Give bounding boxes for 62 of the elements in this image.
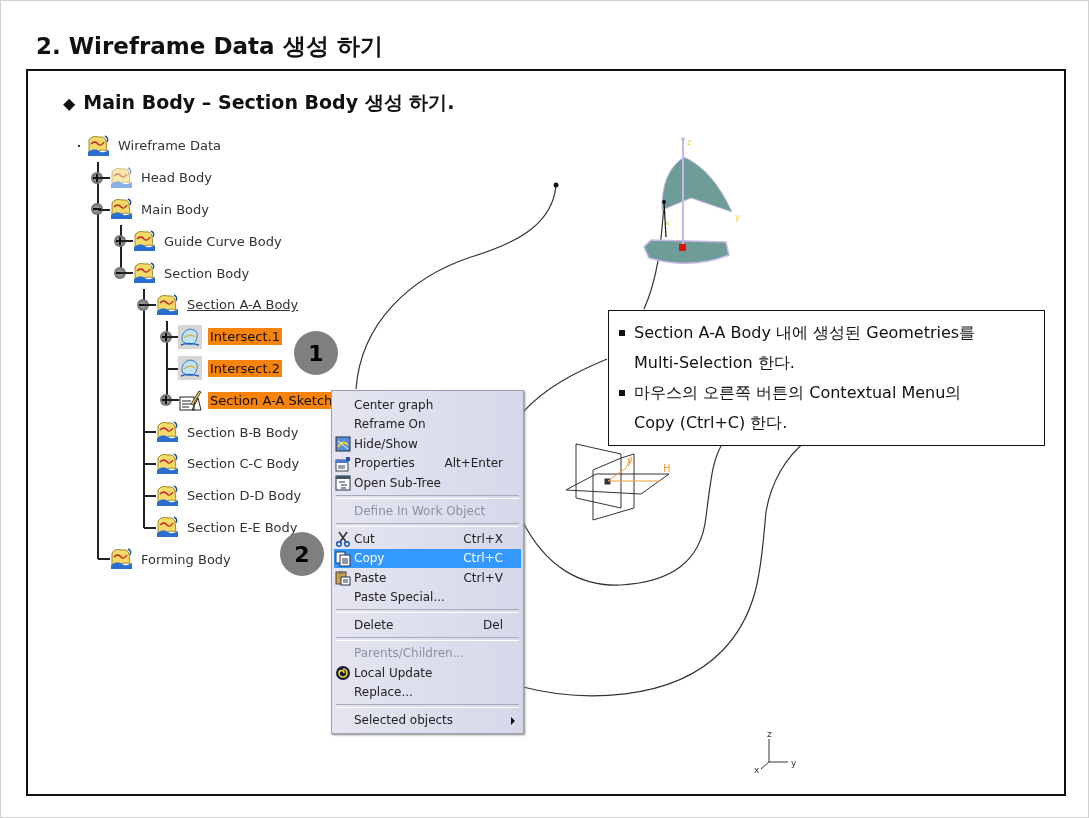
body-icon (109, 197, 133, 222)
bullet-icon (619, 390, 625, 396)
curve-surface-icon (178, 356, 202, 381)
diamond-icon: ◆ (63, 93, 76, 113)
menu-item[interactable]: Hide/Show (334, 434, 521, 454)
tree-item[interactable]: Section Body (162, 264, 252, 282)
menu-item[interactable]: Local Update (334, 663, 521, 683)
body-icon (132, 229, 156, 254)
body-icon (109, 165, 133, 190)
tree-item[interactable]: Head Body (139, 169, 214, 187)
section-heading: Main Body – Section Body 생성 하기. (83, 90, 455, 115)
collapse-icon[interactable] (114, 267, 126, 280)
scissors-icon (335, 531, 351, 547)
hide-show-icon (335, 436, 351, 452)
tree-window-icon (335, 475, 351, 491)
body-icon (155, 515, 179, 540)
menu-item[interactable]: Replace... (334, 682, 521, 702)
expand-icon[interactable] (160, 330, 172, 343)
body-icon (155, 292, 179, 317)
collapse-icon[interactable] (91, 203, 103, 216)
menu-item[interactable]: Paste Special... (334, 587, 521, 607)
slide-title: 2. Wireframe Data 생성 하기 (35, 32, 384, 61)
body-icon (86, 133, 110, 158)
menu-item[interactable]: Center graph (334, 395, 521, 415)
body-icon (155, 420, 179, 445)
curve-endpoint (553, 182, 559, 188)
surface-drawing: z x y (643, 137, 740, 265)
menu-item[interactable]: Cut Ctrl+X (334, 529, 521, 549)
body-icon (109, 547, 133, 572)
menu-item[interactable]: Selected objects (334, 710, 521, 730)
menu-item[interactable]: Delete Del (334, 615, 521, 635)
instruction-text: 마우스의 오른쪽 버튼의 Contextual Menu의 Copy (Ctrl+C) 한다. (634, 382, 963, 434)
bullet-icon (619, 330, 625, 336)
step-badge: 1 (294, 331, 338, 375)
menu-item[interactable]: Properties Alt+Enter (334, 453, 521, 473)
tree-item[interactable]: Forming Body (139, 550, 233, 568)
menu-item[interactable]: Open Sub-Tree (334, 473, 521, 493)
collapse-icon[interactable] (137, 298, 149, 311)
properties-icon (335, 455, 351, 472)
body-icon (155, 451, 179, 476)
refresh-icon (335, 665, 351, 681)
tree-item[interactable]: Guide Curve Body (162, 232, 284, 250)
menu-item[interactable]: Paste Ctrl+V (334, 568, 521, 588)
tree-item[interactable]: Main Body (139, 201, 211, 218)
paste-icon (335, 570, 351, 586)
expand-icon[interactable] (91, 171, 103, 184)
curve-surface-icon (178, 324, 202, 349)
tree-item[interactable]: Section A-A Body (185, 296, 301, 314)
expand-icon[interactable] (114, 235, 126, 248)
axis-system-drawing: y H (565, 443, 671, 521)
body-icon (132, 261, 156, 286)
menu-item[interactable]: Reframe On (334, 414, 521, 434)
instruction-text: Section A-A Body 내에 생성된 Geometries를 Multi-Selection 한다. (634, 322, 977, 374)
tree-item[interactable]: Section B-B Body (185, 423, 301, 441)
tree-item[interactable]: Wireframe Data (116, 137, 223, 155)
tree-item[interactable]: Intersect.1 (208, 328, 282, 346)
tree-item[interactable]: Intersect.2 (208, 359, 282, 377)
copy-icon (335, 550, 351, 567)
expand-icon[interactable] (160, 394, 172, 407)
tree-item[interactable]: Section C-C Body (185, 455, 302, 473)
tree-item[interactable]: Section D-D Body (185, 487, 304, 505)
body-icon (155, 483, 179, 508)
